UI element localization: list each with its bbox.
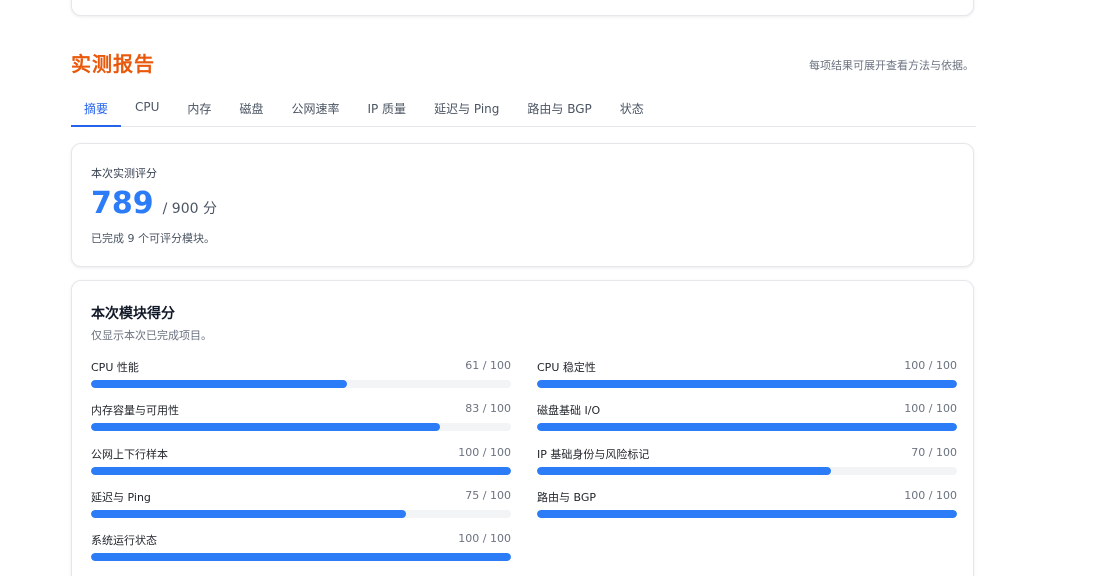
module-item-memory: 内存容量与可用性 83 / 100: [91, 402, 511, 436]
module-progress-fill: [91, 380, 348, 388]
report-tabs: 摘要 CPU 内存 磁盘 公网速率 IP 质量 延迟与 Ping 路由与 BGP…: [71, 92, 976, 127]
module-progress-fill: [537, 510, 957, 518]
module-score: 61 / 100: [465, 359, 511, 372]
module-progress-fill: [91, 467, 511, 475]
module-progress-fill: [537, 423, 957, 431]
module-name: 内存容量与可用性: [91, 404, 179, 417]
module-progress-fill: [91, 510, 406, 518]
tab-network-speed[interactable]: 公网速率: [277, 92, 353, 118]
module-score: 83 / 100: [465, 402, 511, 415]
module-score: 100 / 100: [904, 489, 957, 502]
module-progress-bar: [537, 510, 957, 518]
module-item-disk-io: 磁盘基础 I/O 100 / 100: [537, 402, 957, 436]
module-score: 70 / 100: [911, 446, 957, 459]
section-title: 实测报告: [71, 52, 155, 76]
score-card: 本次实测评分 789 / 900 分 已完成 9 个可评分模块。: [71, 143, 974, 267]
score-label: 本次实测评分: [91, 167, 157, 180]
module-progress-bar: [91, 510, 511, 518]
module-item-system-status: 系统运行状态 100 / 100: [91, 532, 511, 566]
score-max: / 900 分: [162, 201, 217, 217]
score-note: 已完成 9 个可评分模块。: [91, 232, 215, 245]
module-progress-bar: [91, 423, 511, 431]
module-name: CPU 性能: [91, 361, 139, 374]
tab-summary[interactable]: 摘要: [71, 92, 122, 127]
module-progress-bar: [537, 380, 957, 388]
tab-route-bgp[interactable]: 路由与 BGP: [513, 92, 605, 118]
module-progress-fill: [537, 467, 831, 475]
report-page: 实测报告 每项结果可展开查看方法与依据。 摘要 CPU 内存 磁盘 公网速率 I…: [0, 0, 1112, 576]
module-name: 延迟与 Ping: [91, 491, 151, 504]
tab-disk[interactable]: 磁盘: [225, 92, 277, 118]
module-scores-card: 本次模块得分 仅显示本次已完成项目。 CPU 性能 61 / 100 CPU 稳…: [71, 280, 974, 576]
module-progress-bar: [91, 380, 511, 388]
module-progress-bar: [91, 467, 511, 475]
tab-ip-quality[interactable]: IP 质量: [353, 92, 420, 118]
module-score: 100 / 100: [904, 402, 957, 415]
module-item-cpu-performance: CPU 性能 61 / 100: [91, 359, 511, 393]
module-score: 100 / 100: [458, 446, 511, 459]
tab-status[interactable]: 状态: [606, 92, 658, 118]
section-note: 每项结果可展开查看方法与依据。: [809, 59, 974, 72]
module-name: 系统运行状态: [91, 534, 157, 547]
module-score: 100 / 100: [458, 532, 511, 545]
module-name: CPU 稳定性: [537, 361, 596, 374]
module-progress-fill: [91, 423, 440, 431]
tab-cpu[interactable]: CPU: [121, 92, 173, 118]
module-name: IP 基础身份与风险标记: [537, 448, 650, 461]
module-progress-bar: [537, 423, 957, 431]
module-item-network-sample: 公网上下行样本 100 / 100: [91, 446, 511, 480]
tab-latency-ping[interactable]: 延迟与 Ping: [420, 92, 513, 118]
module-scores-subtitle: 仅显示本次已完成项目。: [91, 329, 212, 342]
module-name: 磁盘基础 I/O: [537, 404, 601, 417]
module-progress-fill: [91, 553, 511, 561]
module-item-ip-identity: IP 基础身份与风险标记 70 / 100: [537, 446, 957, 480]
module-progress-bar: [91, 553, 511, 561]
score-row: 789 / 900 分: [91, 186, 217, 222]
module-progress-fill: [537, 380, 957, 388]
module-name: 路由与 BGP: [537, 491, 597, 504]
module-item-cpu-stability: CPU 稳定性 100 / 100: [537, 359, 957, 393]
module-scores-title: 本次模块得分: [91, 306, 175, 322]
module-progress-bar: [537, 467, 957, 475]
tab-memory[interactable]: 内存: [173, 92, 225, 118]
module-score: 100 / 100: [904, 359, 957, 372]
previous-card: [71, 0, 974, 16]
score-value: 789: [91, 186, 154, 221]
module-name: 公网上下行样本: [91, 448, 168, 461]
module-score: 75 / 100: [465, 489, 511, 502]
module-item-latency-ping: 延迟与 Ping 75 / 100: [91, 489, 511, 523]
module-item-route-bgp: 路由与 BGP 100 / 100: [537, 489, 957, 523]
